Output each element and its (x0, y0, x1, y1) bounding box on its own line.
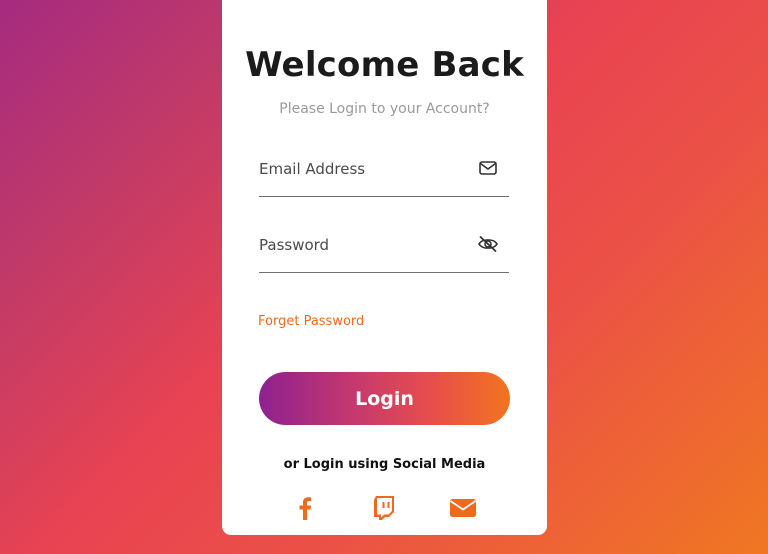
envelope-icon (477, 157, 499, 179)
forgot-password-link[interactable]: Forget Password (258, 314, 364, 329)
facebook-icon (298, 496, 312, 525)
login-button[interactable]: Login (259, 372, 510, 425)
password-input[interactable] (259, 233, 469, 257)
login-card: Welcome Back Please Login to your Accoun… (222, 0, 547, 535)
social-login-caption: or Login using Social Media (283, 457, 486, 472)
eye-slash-icon[interactable] (477, 233, 499, 255)
twitch-icon (373, 495, 395, 525)
page-title: Welcome Back (245, 45, 524, 85)
facebook-login-button[interactable] (290, 495, 320, 525)
envelope-icon (449, 498, 477, 523)
email-input[interactable] (259, 157, 469, 181)
password-field-group (259, 225, 509, 273)
email-field-group (259, 149, 509, 197)
email-login-button[interactable] (448, 495, 478, 525)
twitch-login-button[interactable] (369, 495, 399, 525)
page-subtitle: Please Login to your Account? (279, 101, 490, 117)
